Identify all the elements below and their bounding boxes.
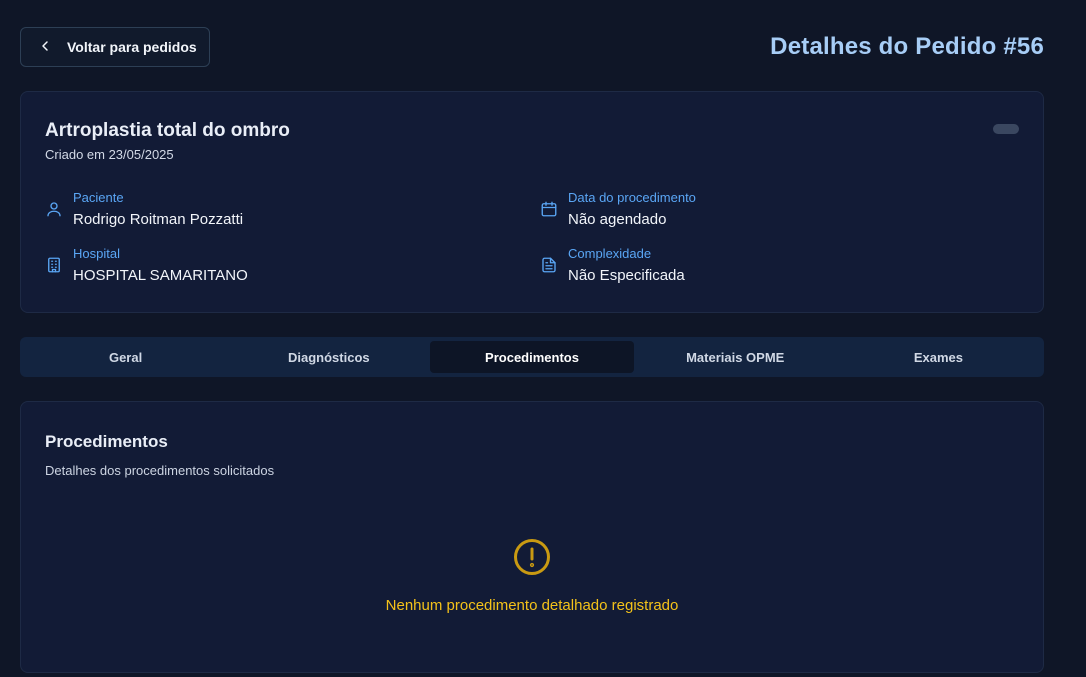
tab-diagnosticos[interactable]: Diagnósticos [227, 341, 430, 373]
patient-info: Paciente Rodrigo Roitman Pozzatti [45, 190, 243, 231]
tab-materiais-opme[interactable]: Materiais OPME [634, 341, 837, 373]
calendar-icon [540, 200, 558, 218]
order-summary-card: Artroplastia total do ombro Criado em 23… [20, 91, 1044, 313]
user-icon [45, 200, 63, 218]
hospital-info: Hospital HOSPITAL SAMARITANO [45, 246, 248, 287]
top-bar: Voltar para pedidos Detalhes do Pedido #… [20, 27, 1044, 67]
tab-procedimentos[interactable]: Procedimentos [430, 341, 634, 373]
page-title: Detalhes do Pedido #56 [770, 33, 1044, 60]
patient-label: Paciente [73, 190, 124, 205]
file-text-icon [540, 256, 558, 274]
back-button-label: Voltar para pedidos [67, 39, 197, 55]
complexity-value: Não Especificada [568, 267, 685, 284]
procedures-card: Procedimentos Detalhes dos procedimentos… [20, 401, 1044, 673]
complexity-info: Complexidade Não Especificada [540, 246, 685, 287]
procedures-title: Procedimentos [45, 432, 168, 451]
tab-exames[interactable]: Exames [837, 341, 1040, 373]
alert-circle-icon [513, 538, 551, 576]
status-badge [993, 124, 1019, 134]
patient-value: Rodrigo Roitman Pozzatti [73, 211, 244, 228]
procedure-date-info: Data do procedimento Não agendado [540, 190, 696, 231]
building-icon [45, 256, 63, 274]
procedure-date-label: Data do procedimento [568, 190, 696, 205]
procedures-subtitle: Detalhes dos procedimentos solicitados [45, 463, 275, 478]
empty-state-message: Nenhum procedimento detalhado registrado [385, 597, 679, 614]
procedure-date-value: Não agendado [568, 211, 667, 228]
back-to-orders-button[interactable]: Voltar para pedidos [20, 27, 210, 67]
chevron-left-icon [37, 38, 53, 57]
tab-list: Geral Diagnósticos Procedimentos Materia… [20, 337, 1044, 377]
hospital-value: HOSPITAL SAMARITANO [73, 267, 248, 284]
hospital-label: Hospital [73, 246, 120, 261]
order-created-date: Criado em 23/05/2025 [45, 147, 174, 162]
order-title: Artroplastia total do ombro [45, 120, 290, 141]
tab-geral[interactable]: Geral [24, 341, 227, 373]
complexity-label: Complexidade [568, 246, 652, 261]
